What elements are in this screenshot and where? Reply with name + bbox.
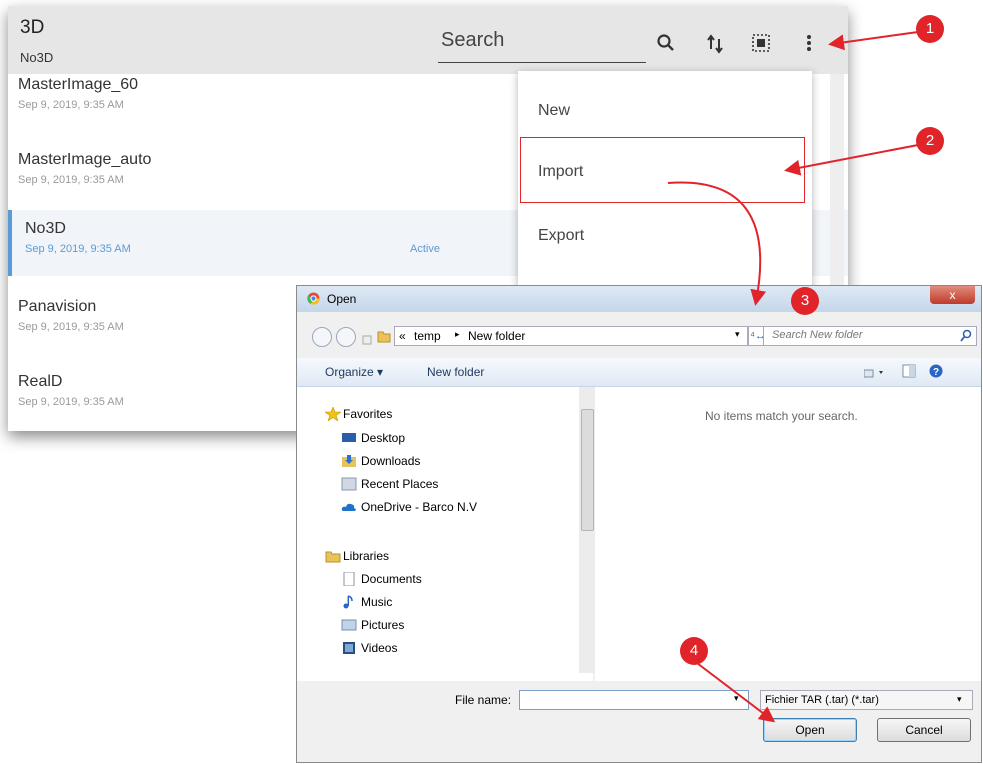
- callout-3: 3: [791, 287, 819, 315]
- annotation-arrows: [667, 31, 919, 723]
- callout-2: 2: [916, 127, 944, 155]
- callout-1: 1: [916, 15, 944, 43]
- callout-4: 4: [680, 637, 708, 665]
